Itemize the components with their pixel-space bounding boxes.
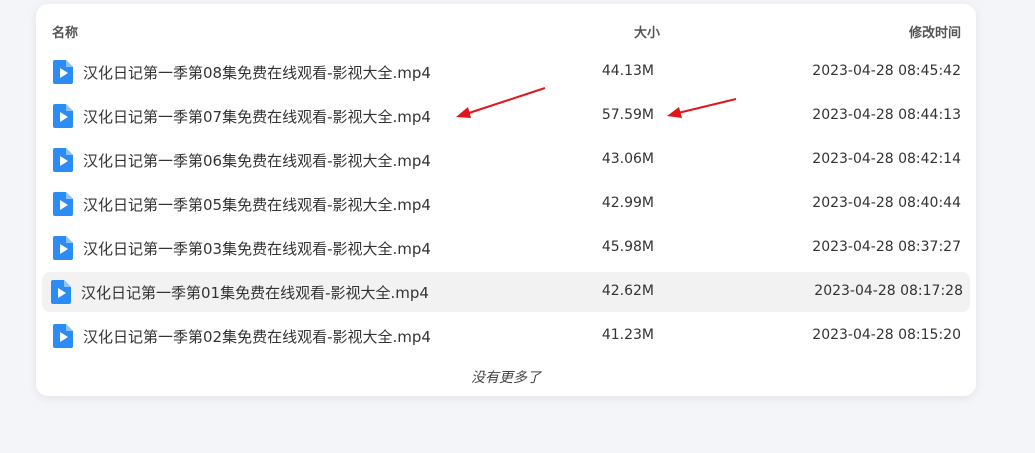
file-name[interactable]: 汉化日记第一季第06集免费在线观看-影视大全.mp4 <box>83 150 431 171</box>
file-name[interactable]: 汉化日记第一季第08集免费在线观看-影视大全.mp4 <box>83 62 431 83</box>
file-row[interactable]: 汉化日记第一季第03集免费在线观看-影视大全.mp4 45.98M 2023-0… <box>42 228 970 268</box>
file-name[interactable]: 汉化日记第一季第03集免费在线观看-影视大全.mp4 <box>83 238 431 259</box>
file-size: 42.62M <box>601 283 654 299</box>
video-file-icon <box>53 324 73 348</box>
file-row[interactable]: 汉化日记第一季第08集免费在线观看-影视大全.mp4 44.13M 2023-0… <box>42 52 970 92</box>
column-header-size[interactable]: 大小 <box>634 22 660 41</box>
file-row[interactable]: 汉化日记第一季第06集免费在线观看-影视大全.mp4 43.06M 2023-0… <box>42 140 970 180</box>
file-modified-time: 2023-04-28 08:44:13 <box>812 107 961 123</box>
list-header: 名称 大小 修改时间 <box>36 22 976 42</box>
file-size: 42.99M <box>601 195 654 211</box>
file-name[interactable]: 汉化日记第一季第02集免费在线观看-影视大全.mp4 <box>83 326 431 347</box>
column-header-name[interactable]: 名称 <box>52 22 78 41</box>
file-size: 57.59M <box>601 107 654 123</box>
file-modified-time: 2023-04-28 08:37:27 <box>812 239 961 255</box>
file-size: 43.06M <box>601 151 654 167</box>
file-row[interactable]: 汉化日记第一季第02集免费在线观看-影视大全.mp4 41.23M 2023-0… <box>42 316 970 356</box>
video-file-icon <box>53 148 73 172</box>
video-file-icon <box>51 280 71 304</box>
video-file-icon <box>53 236 73 260</box>
file-row[interactable]: 汉化日记第一季第05集免费在线观看-影视大全.mp4 42.99M 2023-0… <box>42 184 970 224</box>
video-file-icon <box>53 60 73 84</box>
file-modified-time: 2023-04-28 08:17:28 <box>814 283 963 299</box>
column-header-time[interactable]: 修改时间 <box>909 22 961 41</box>
file-size: 41.23M <box>601 327 654 343</box>
file-size: 44.13M <box>601 63 654 79</box>
video-file-icon <box>53 192 73 216</box>
video-file-icon <box>53 104 73 128</box>
file-name[interactable]: 汉化日记第一季第01集免费在线观看-影视大全.mp4 <box>81 282 429 303</box>
file-row-hovered[interactable]: 汉化日记第一季第01集免费在线观看-影视大全.mp4 42.62M 2023-0… <box>42 272 970 312</box>
file-modified-time: 2023-04-28 08:42:14 <box>812 151 961 167</box>
file-list-panel: 名称 大小 修改时间 汉化日记第一季第08集免费在线观看-影视大全.mp4 44… <box>36 4 976 396</box>
file-name[interactable]: 汉化日记第一季第05集免费在线观看-影视大全.mp4 <box>83 194 431 215</box>
file-modified-time: 2023-04-28 08:15:20 <box>812 327 961 343</box>
file-name[interactable]: 汉化日记第一季第07集免费在线观看-影视大全.mp4 <box>83 106 431 127</box>
file-size: 45.98M <box>601 239 654 255</box>
file-row[interactable]: 汉化日记第一季第07集免费在线观看-影视大全.mp4 57.59M 2023-0… <box>42 96 970 136</box>
file-modified-time: 2023-04-28 08:45:42 <box>812 63 961 79</box>
file-modified-time: 2023-04-28 08:40:44 <box>812 195 961 211</box>
no-more-text: 没有更多了 <box>471 370 541 386</box>
